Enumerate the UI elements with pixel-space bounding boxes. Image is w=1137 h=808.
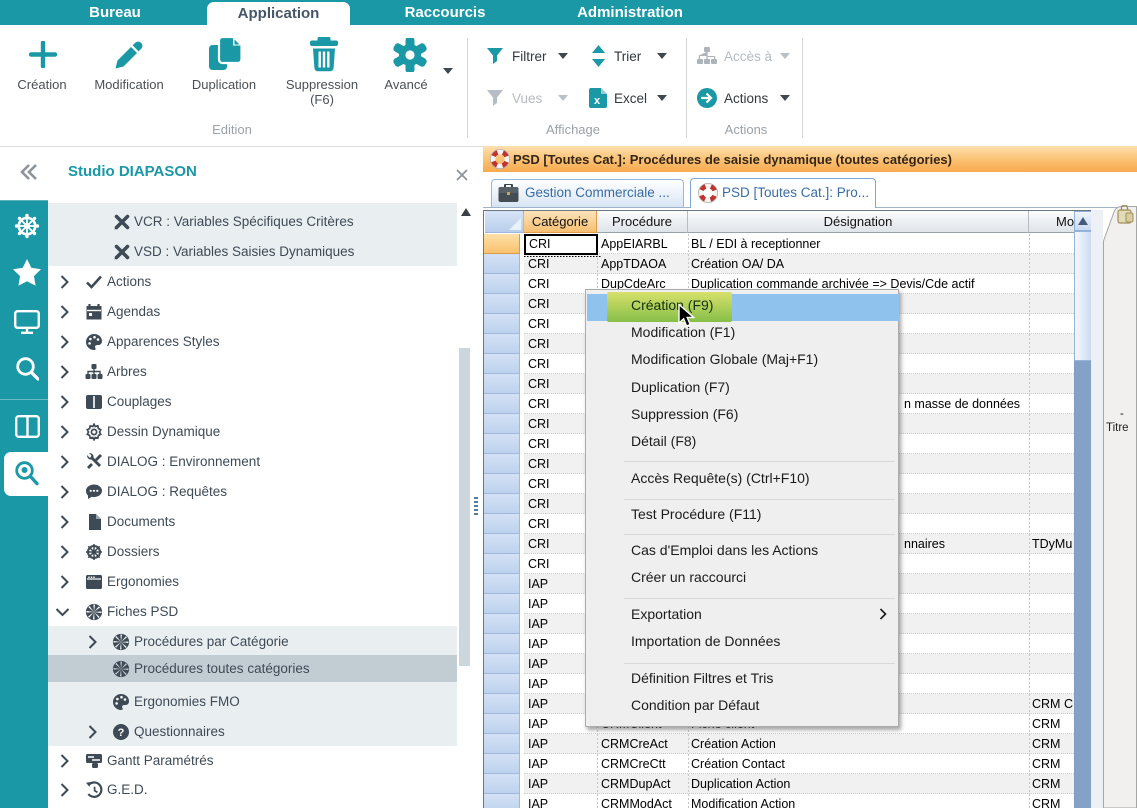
svg-text:x: x [594,95,601,107]
